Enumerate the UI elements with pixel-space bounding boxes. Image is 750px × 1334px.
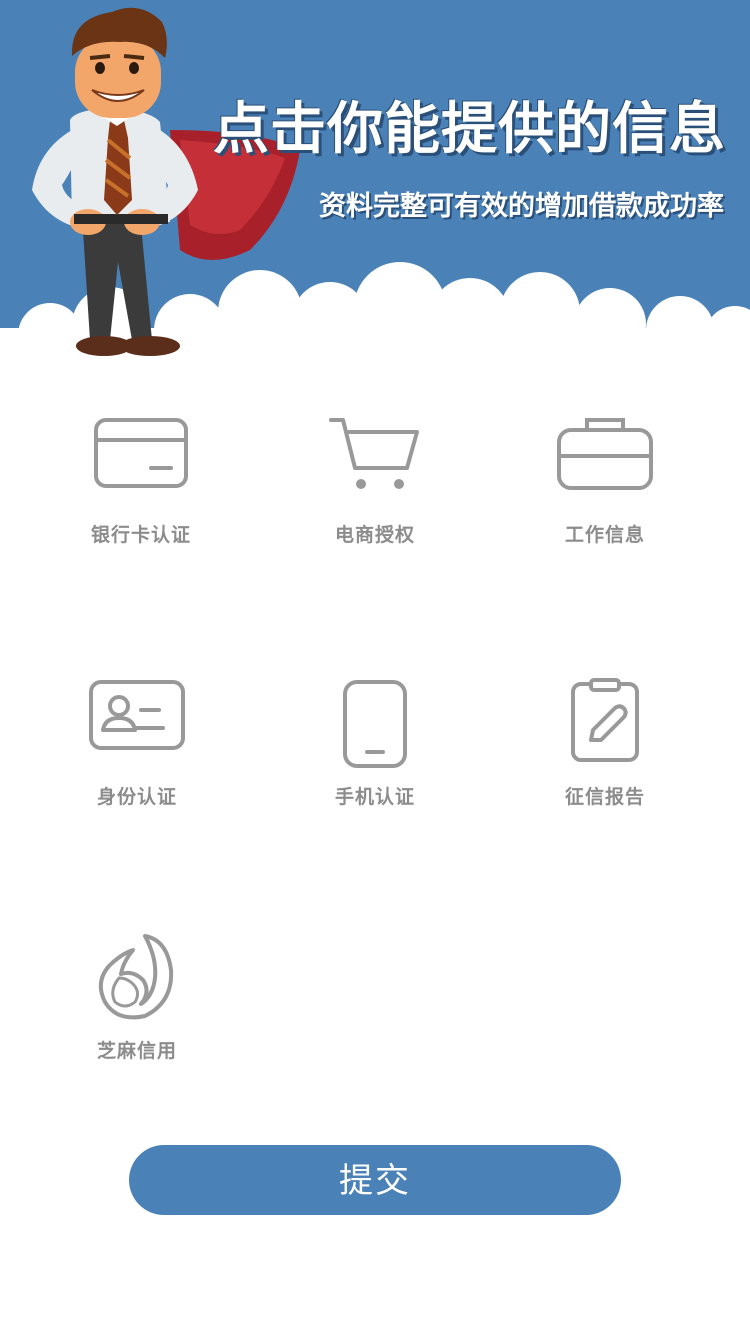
credit-report-item[interactable]: 征信报告	[505, 678, 705, 809]
sesame-credit-item[interactable]: 芝麻信用	[37, 930, 237, 1063]
mobile-phone-icon	[343, 680, 407, 768]
id-card-icon	[89, 680, 185, 750]
identity-verify-label: 身份认证	[96, 786, 177, 808]
ecommerce-auth-item[interactable]: 电商授权	[275, 416, 475, 547]
identity-verify-item[interactable]: 身份认证	[37, 678, 237, 809]
sesame-credit-label: 芝麻信用	[96, 1040, 177, 1062]
phone-verify-item[interactable]: 手机认证	[275, 678, 475, 809]
briefcase-icon	[557, 418, 653, 490]
sesame-credit-icon	[98, 934, 174, 1020]
banner-subline: 资料完整可有效的增加借款成功率	[319, 191, 724, 222]
phone-verify-label: 手机认证	[334, 786, 415, 808]
bank-card-verify-label: 银行卡认证	[90, 524, 191, 546]
header-banner: 点击你能提供的信息 资料完整可有效的增加借款成功率	[0, 0, 750, 360]
work-info-label: 工作信息	[564, 524, 645, 546]
page: 点击你能提供的信息 资料完整可有效的增加借款成功率 银行卡认证 电商授权 工作信…	[0, 0, 750, 1334]
submit-button[interactable]: 提交	[129, 1145, 621, 1215]
clipboard-pencil-icon	[571, 678, 639, 762]
credit-report-label: 征信报告	[564, 786, 645, 808]
work-info-item[interactable]: 工作信息	[505, 416, 705, 547]
ecommerce-auth-label: 电商授权	[334, 524, 415, 546]
bank-card-verify-item[interactable]: 银行卡认证	[41, 416, 241, 547]
superhero-businessman-illustration	[32, 7, 300, 356]
shopping-cart-icon	[329, 418, 419, 489]
credit-card-icon	[94, 418, 188, 488]
banner-headline: 点击你能提供的信息	[213, 97, 726, 162]
